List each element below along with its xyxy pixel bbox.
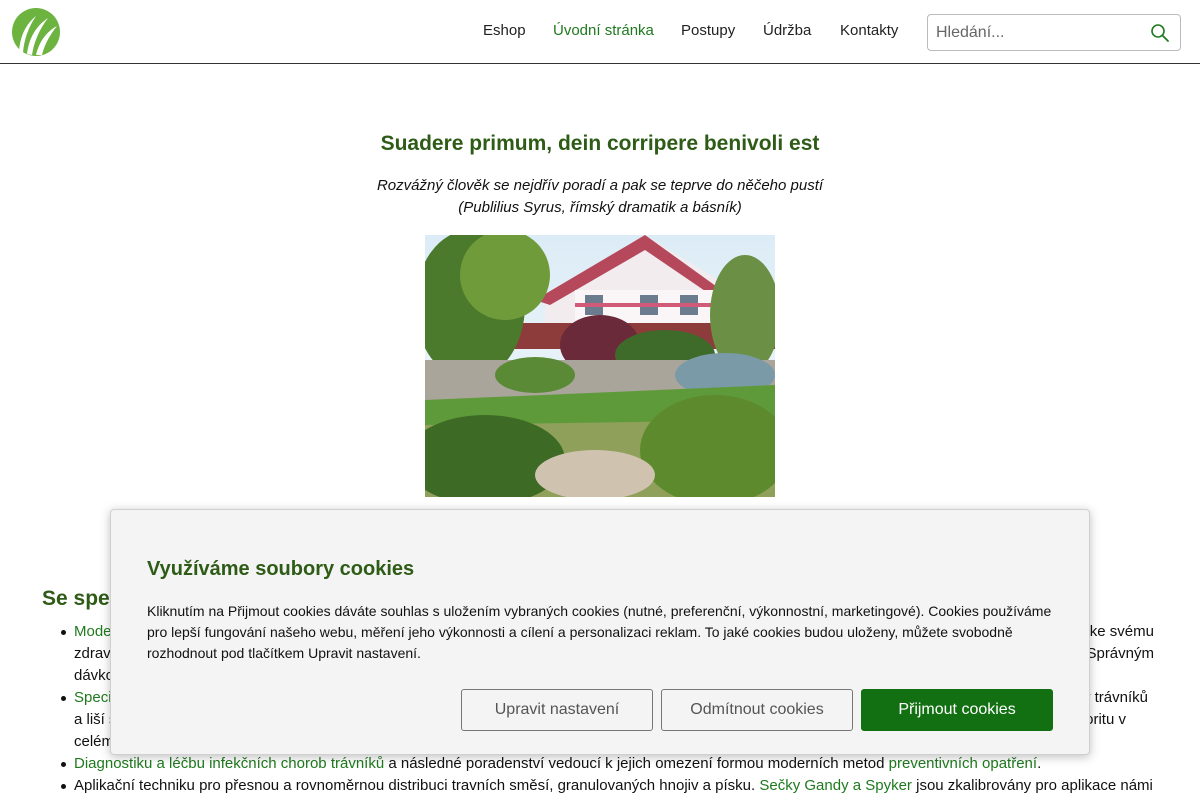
page-title: Suadere primum, dein corripere benivoli … [380, 132, 820, 155]
list-link[interactable]: Sečky Gandy a Spyker [759, 777, 912, 794]
quote: Rozvážný člověk se nejdřív poradí a pak … [0, 175, 1200, 219]
search-icon[interactable] [1150, 23, 1170, 43]
cookie-settings-button[interactable]: Upravit nastavení [461, 689, 653, 731]
cookie-reject-button[interactable]: Odmítnout cookies [661, 689, 853, 731]
list-item: Diagnostiku a léčbu infekčních chorob tr… [61, 753, 1154, 775]
list-link[interactable]: Diagnostiku a léčbu infekčních chorob tr… [74, 755, 384, 772]
list-text: celém [74, 733, 115, 750]
cookie-title: Využíváme soubory cookies [147, 558, 415, 580]
nav-item-eshop[interactable]: Eshop [483, 22, 526, 39]
list-link[interactable]: Speci [74, 689, 112, 706]
grass-leaves-logo-icon[interactable] [12, 8, 60, 56]
list-text: jsou zkalibrovány pro aplikace námi [911, 777, 1153, 794]
quote-text: Rozvážný člověk se nejdřív poradí a pak … [376, 177, 824, 194]
cookie-banner: Využíváme soubory cookies Kliknutím na P… [110, 509, 1090, 755]
search-box [927, 14, 1181, 51]
list-text: Aplikační techniku pro přesnou a rovnomě… [74, 777, 760, 794]
list-text: Správným [1086, 645, 1154, 662]
search-input[interactable] [928, 15, 1154, 50]
list-text: ke svému [1089, 623, 1154, 640]
site-header: Eshop Úvodní stránka Postupy Údržba Kont… [0, 0, 1200, 64]
list-link[interactable]: Mode [74, 623, 112, 640]
list-text: v trávníků [1082, 689, 1148, 706]
quote-author: (Publilius Syrus, římský dramatik a básn… [458, 199, 742, 216]
nav-item-postupy[interactable]: Postupy [681, 22, 735, 39]
list-text: oritu v [1085, 711, 1126, 728]
list-item: Aplikační techniku pro přesnou a rovnomě… [61, 775, 1154, 797]
garden-house-image [425, 235, 775, 497]
section-heading: Se spe [42, 587, 110, 610]
list-link[interactable]: preventivních opatření [889, 755, 1037, 772]
list-text: dávko [74, 667, 115, 684]
nav-item-kontakty[interactable]: Kontakty [840, 22, 898, 39]
cookie-text: Kliknutím na Přijmout cookies dáváte sou… [147, 603, 1052, 661]
nav-item-udrzba[interactable]: Údržba [763, 22, 811, 39]
list-text: zdrav [74, 645, 111, 662]
list-text: . [1037, 755, 1042, 772]
cookie-accept-button[interactable]: Přijmout cookies [861, 689, 1053, 731]
nav-item-home[interactable]: Úvodní stránka [553, 22, 654, 39]
list-text: a následné poradenství vedoucí k jejich … [384, 755, 889, 772]
